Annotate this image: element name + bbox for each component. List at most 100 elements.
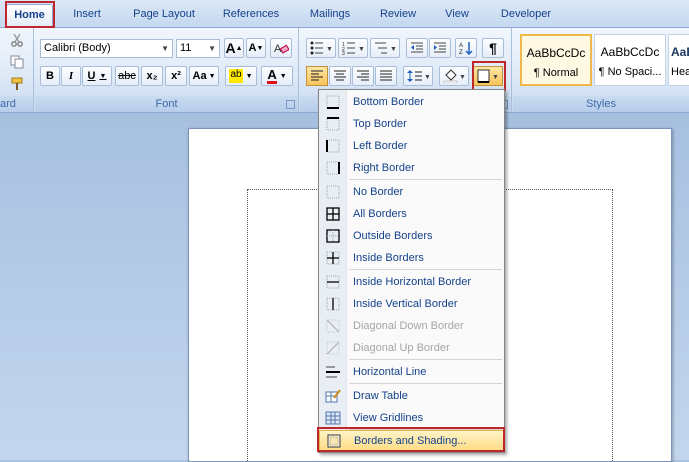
left-border-icon — [319, 135, 346, 157]
menu-item-no-border[interactable]: No Border — [319, 181, 504, 203]
tab-insert[interactable]: Insert — [62, 4, 112, 26]
menu-item-label: Horizontal Line — [353, 366, 427, 378]
justify-icon — [380, 70, 392, 81]
increase-indent-button[interactable] — [429, 38, 451, 58]
format-painter-icon[interactable] — [8, 74, 26, 94]
tab-mailings[interactable]: Mailings — [298, 4, 362, 26]
clear-formatting-icon: A — [274, 43, 289, 55]
tab-references[interactable]: References — [214, 4, 288, 26]
tab-view[interactable]: View — [434, 4, 480, 26]
svg-text:▼: ▼ — [390, 46, 396, 53]
strikethrough-button[interactable]: abc — [115, 66, 139, 86]
font-name-value: Calibri (Body) — [44, 42, 111, 54]
text-highlight-button[interactable]: ab ▼ — [225, 66, 257, 86]
underline-icon: U — [87, 70, 96, 82]
no-border-icon — [319, 181, 346, 203]
menu-item-all-borders[interactable]: All Borders — [319, 203, 504, 225]
shrink-font-button[interactable]: A ▼ — [246, 38, 266, 58]
align-left-icon — [311, 70, 323, 81]
tab-review[interactable]: Review — [372, 4, 424, 26]
align-left-button[interactable] — [306, 66, 328, 86]
right-border-icon — [319, 157, 346, 179]
clear-formatting-button[interactable]: A — [270, 38, 292, 58]
menu-item-label: No Border — [353, 186, 404, 198]
menu-item-label: Borders and Shading... — [354, 435, 467, 447]
menu-item-label: All Borders — [353, 208, 407, 220]
view-gridlines-icon — [319, 407, 346, 429]
styles-group-label: Styles — [513, 96, 689, 112]
style-no-spacing[interactable]: AaBbCcDc ¶ No Spaci... — [594, 34, 666, 86]
font-size-combo[interactable]: 11 ▼ — [176, 39, 220, 58]
grow-font-button[interactable]: A ▲ — [224, 38, 244, 58]
chevron-down-icon: ▼ — [161, 44, 169, 53]
style-name: ¶ No Spaci... — [598, 66, 662, 78]
style-sample: AaBbCcDc — [526, 46, 586, 60]
svg-text:▼: ▼ — [459, 74, 465, 81]
numbering-button[interactable]: 1 2 3 ▼ — [338, 38, 368, 58]
menu-item-left-border[interactable]: Left Border — [319, 135, 504, 157]
multilevel-list-icon: ▼ — [375, 42, 396, 54]
font-color-button[interactable]: A ▼ — [261, 66, 293, 86]
tab-page-layout[interactable]: Page Layout — [124, 4, 204, 26]
style-normal[interactable]: AaBbCcDc ¶ Normal — [520, 34, 592, 86]
decrease-indent-button[interactable] — [406, 38, 428, 58]
style-sample: AaB — [671, 45, 689, 59]
menu-item-label: Diagonal Up Border — [353, 342, 450, 354]
align-right-button[interactable] — [352, 66, 374, 86]
menu-item-right-border[interactable]: Right Border — [319, 157, 504, 179]
cut-icon[interactable] — [8, 30, 26, 50]
menu-item-inside-borders[interactable]: Inside Borders — [319, 247, 504, 269]
bullets-button[interactable]: ▼ — [306, 38, 336, 58]
tab-home[interactable]: Home — [6, 4, 53, 27]
subscript-button[interactable]: x₂ — [141, 66, 163, 86]
menu-item-label: Outside Borders — [353, 230, 433, 242]
menu-item-label: Draw Table — [353, 390, 408, 402]
copy-icon[interactable] — [8, 52, 26, 72]
style-heading-1[interactable]: AaB Hea — [668, 34, 689, 86]
sort-button[interactable]: AZ — [455, 38, 477, 58]
menu-item-borders-and-shading[interactable]: Borders and Shading... — [319, 430, 504, 452]
svg-text:▼: ▼ — [424, 74, 429, 81]
superscript-button[interactable]: x² — [165, 66, 187, 86]
change-case-icon: Aa — [192, 70, 207, 82]
align-right-icon — [357, 70, 369, 81]
align-center-button[interactable] — [329, 66, 351, 86]
justify-button[interactable] — [375, 66, 397, 86]
line-spacing-button[interactable]: ▼ — [403, 66, 433, 86]
borders-button[interactable]: ▼ — [473, 66, 503, 86]
tab-developer[interactable]: Developer — [490, 4, 562, 26]
font-group-label: Font — [35, 96, 298, 112]
menu-separator — [349, 383, 502, 384]
font-dialog-launcher-icon[interactable] — [286, 100, 295, 109]
bold-button[interactable]: B — [40, 66, 60, 86]
menu-item-inside-horizontal-border[interactable]: Inside Horizontal Border — [319, 271, 504, 293]
top-border-icon — [319, 113, 346, 135]
menu-item-label: Bottom Border — [353, 96, 424, 108]
increase-indent-icon — [434, 42, 446, 53]
style-name: Hea — [671, 66, 689, 78]
menu-item-diagonal-up-border: Diagonal Up Border — [319, 337, 504, 359]
multilevel-list-button[interactable]: ▼ — [370, 38, 400, 58]
menu-item-horizontal-line[interactable]: Horizontal Line — [319, 361, 504, 383]
underline-button[interactable]: U ▼ — [82, 66, 112, 86]
highlight-icon: ab — [229, 69, 243, 83]
font-name-combo[interactable]: Calibri (Body) ▼ — [40, 39, 173, 58]
menu-item-view-gridlines[interactable]: View Gridlines — [319, 407, 504, 429]
font-size-value: 11 — [180, 42, 192, 54]
svg-text:▼: ▼ — [358, 46, 364, 53]
grow-font-icon: A — [225, 40, 236, 56]
italic-button[interactable]: I — [61, 66, 81, 86]
shading-button[interactable]: ▼ — [439, 66, 469, 86]
show-hide-marks-button[interactable]: ¶ — [482, 38, 504, 58]
menu-item-inside-vertical-border[interactable]: Inside Vertical Border — [319, 293, 504, 315]
menu-item-draw-table[interactable]: Draw Table — [319, 385, 504, 407]
svg-text:▼: ▼ — [492, 74, 499, 81]
menu-item-outside-borders[interactable]: Outside Borders — [319, 225, 504, 247]
numbering-icon: 123▼ — [342, 42, 364, 55]
menu-item-top-border[interactable]: Top Border — [319, 113, 504, 135]
outside-borders-icon — [319, 225, 346, 247]
inside-vertical-border-icon — [319, 293, 346, 315]
sort-icon: AZ — [459, 42, 473, 55]
change-case-button[interactable]: Aa ▼ — [189, 66, 219, 86]
menu-item-bottom-border[interactable]: Bottom Border — [319, 91, 504, 113]
